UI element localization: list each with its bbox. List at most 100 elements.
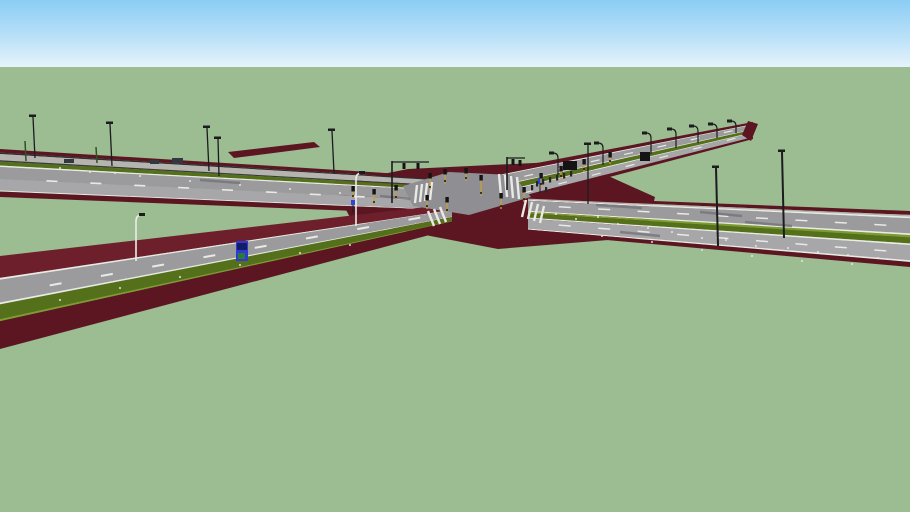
signal-head [443,169,446,175]
road-speckle [239,264,241,266]
signal-head [539,173,542,179]
pedestrian-figure [531,185,533,191]
lane-dash-2 [795,220,807,221]
road-speckle [617,223,619,225]
road-speckle [575,218,577,220]
pedestrian-figure [549,177,551,183]
lane-dash-2 [598,209,610,210]
road-speckle [179,276,181,278]
lane-dash-2 [874,225,886,226]
pedestrian-figure [536,181,538,187]
road-speckle [755,245,757,247]
lane-dash-3 [638,231,650,232]
bus-shelter [563,161,577,170]
road-speckle [289,188,291,190]
pedestrian-figure [545,187,547,193]
street-lamp-head [708,123,713,126]
street-lamp-head [139,213,145,216]
road-speckle [847,254,849,256]
signal-mast-head [403,163,406,169]
road-speckle [787,247,789,249]
distant-vehicle [150,160,159,164]
road-speckle [851,263,853,265]
lane-dash-0 [222,190,233,191]
road-speckle [119,287,121,289]
street-lamp-head [778,150,785,153]
distant-vehicle [172,158,183,163]
street-lamp-head [359,171,365,174]
blue-vehicle [237,243,247,250]
road-speckle [59,299,61,301]
lane-dash-3 [756,241,768,242]
road-speckle [239,184,241,186]
signal-head [351,186,354,192]
bus-shelter [640,152,650,161]
street-lamp-head [689,125,694,128]
signal-head [464,168,467,174]
road-speckle [651,241,653,243]
model-viewport-3d[interactable] [0,0,910,512]
green-post [96,147,97,163]
lane-dash-2 [756,218,768,219]
street-lamp-head [106,122,113,125]
lane-dash-2 [835,222,847,223]
signal-head [394,185,397,191]
signal-head [582,159,585,165]
lane-dash-3 [835,247,847,248]
lane-dash-2 [677,213,689,214]
signal-mast-head [519,160,522,166]
road-speckle [817,251,819,253]
road-speckle [597,216,599,218]
pedestrian-figure [563,173,565,179]
street-lamp-head [712,166,719,169]
road-speckle [555,213,557,215]
signal-head [559,166,562,172]
lane-dash-0 [134,185,145,186]
road-speckle [189,180,191,182]
road-speckle [701,249,703,251]
signal-head [522,187,525,193]
road-speckle [801,260,803,262]
road-speckle [671,231,673,233]
road-speckle [725,239,727,241]
street-lamp-head [328,129,335,132]
street-lamp-head [642,132,647,135]
pedestrian-figure [542,179,544,185]
signal-head [425,195,428,201]
street-lamp-head [203,126,210,129]
signal-head [479,175,482,181]
lane-dash-0 [46,181,57,182]
signal-head [428,173,431,179]
lane-dash-0 [90,183,101,184]
road-speckle [89,171,91,173]
signal-mast-head [417,163,420,169]
signal-head [445,197,448,203]
street-lamp-head [584,143,591,146]
road-speckle [339,192,341,194]
distant-vehicle [64,159,74,163]
road-speckle [647,227,649,229]
street-lamp-head [727,120,732,123]
street-lamp-head [594,142,599,145]
street-lamp-head [214,137,221,140]
road-speckle [701,237,703,239]
road-speckle [349,244,351,246]
road-speckle [601,235,603,237]
lane-dash-3 [795,244,807,245]
pedestrian-figure [556,175,558,181]
pedestrian-figure [570,171,572,177]
scene-canvas [0,0,910,512]
road-speckle [299,252,301,254]
street-lamp-head [29,115,36,118]
lane-dash-3 [559,225,571,226]
green-post [25,141,26,161]
lane-dash-3 [874,250,886,251]
lane-dash-3 [677,234,689,235]
street-lamp-head [549,152,554,155]
road-speckle [139,175,141,177]
road-speckle [877,257,879,259]
road-speckle [751,255,753,257]
signal-head [372,189,375,195]
road-speckle [114,172,116,174]
road-speckle [59,167,61,169]
